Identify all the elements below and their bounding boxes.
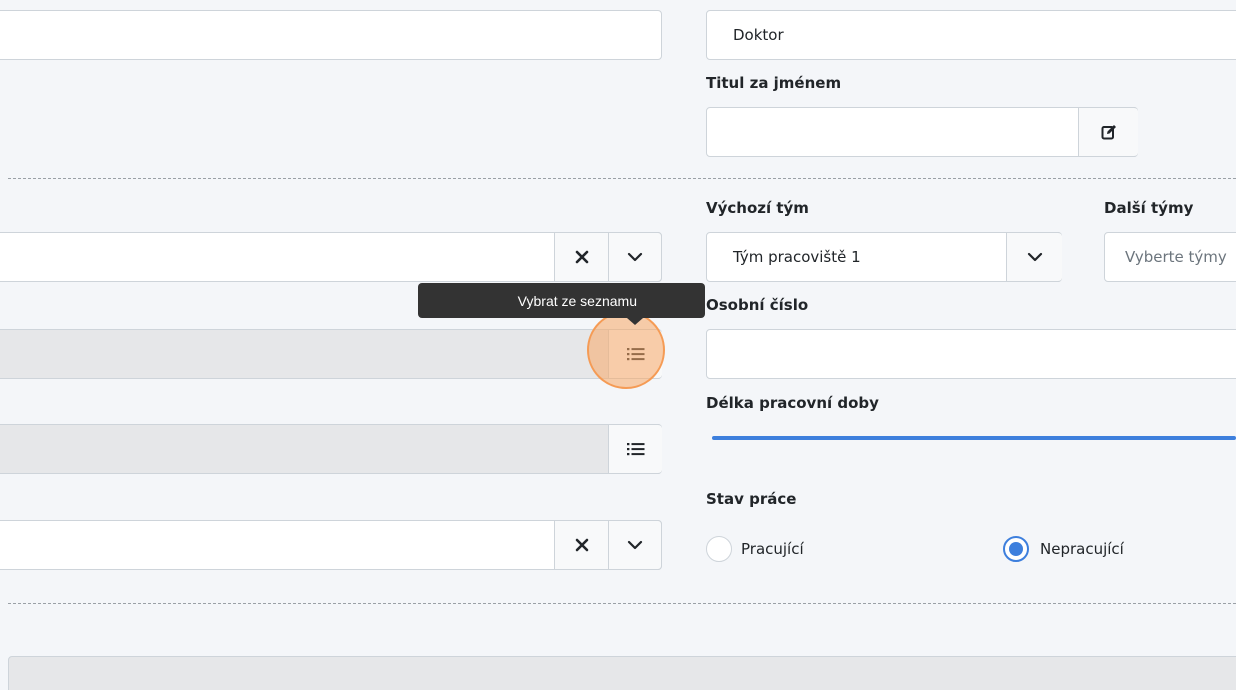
work-length-label: Délka pracovní doby xyxy=(706,394,879,412)
select-left-1[interactable] xyxy=(0,232,662,282)
personal-number-label: Osobní číslo xyxy=(706,296,809,314)
degree-after-label: Titul za jménem xyxy=(706,74,842,92)
edit-button[interactable] xyxy=(1078,107,1138,157)
dropdown-button[interactable] xyxy=(608,232,662,282)
tooltip-text: Vybrat ze seznamu xyxy=(517,292,637,309)
clear-button[interactable] xyxy=(554,232,608,282)
clear-button-2[interactable] xyxy=(554,520,608,570)
work-length-slider[interactable] xyxy=(712,436,1236,440)
readonly-input-2[interactable] xyxy=(0,424,662,474)
radio-working[interactable] xyxy=(706,536,732,562)
dropdown-button-2[interactable] xyxy=(608,520,662,570)
close-icon xyxy=(575,250,588,264)
text-input-top-left[interactable] xyxy=(0,10,662,60)
edit-icon xyxy=(1101,125,1116,140)
personal-number-input[interactable] xyxy=(706,329,1236,379)
other-teams-placeholder: Vyberte týmy xyxy=(1125,248,1227,266)
degree-before-value: Doktor xyxy=(733,26,784,44)
work-status-label: Stav práce xyxy=(706,490,797,508)
tooltip: Vybrat ze seznamu xyxy=(418,283,705,318)
list-icon xyxy=(626,443,644,456)
section-divider xyxy=(8,178,1236,179)
default-team-dropdown-button[interactable] xyxy=(1006,232,1062,282)
radio-not-working-label: Nepracující xyxy=(1040,540,1124,558)
tooltip-arrow xyxy=(627,318,643,325)
degree-after-input[interactable] xyxy=(706,107,1138,157)
other-teams-select[interactable]: Vyberte týmy xyxy=(1104,232,1236,282)
close-icon xyxy=(575,538,588,552)
readonly-input-1[interactable] xyxy=(0,329,662,379)
default-team-select[interactable]: Tým pracoviště 1 xyxy=(706,232,1062,282)
select-left-2[interactable] xyxy=(0,520,662,570)
radio-working-label: Pracující xyxy=(741,540,804,558)
default-team-value: Tým pracoviště 1 xyxy=(733,248,861,266)
click-highlight xyxy=(587,311,665,389)
select-from-list-button-2[interactable] xyxy=(608,424,662,474)
other-teams-label: Další týmy xyxy=(1104,199,1194,217)
chevron-down-icon xyxy=(627,540,643,550)
chevron-down-icon xyxy=(627,252,643,262)
readonly-input-bottom[interactable] xyxy=(8,656,1236,690)
form-page: Doktor Titul za jménem Výchozí tým Tým p… xyxy=(0,0,1236,690)
degree-before-input[interactable]: Doktor xyxy=(706,10,1236,60)
section-divider-2 xyxy=(8,603,1236,604)
default-team-label: Výchozí tým xyxy=(706,199,809,217)
chevron-down-icon xyxy=(1027,252,1042,262)
radio-not-working[interactable] xyxy=(1003,536,1029,562)
